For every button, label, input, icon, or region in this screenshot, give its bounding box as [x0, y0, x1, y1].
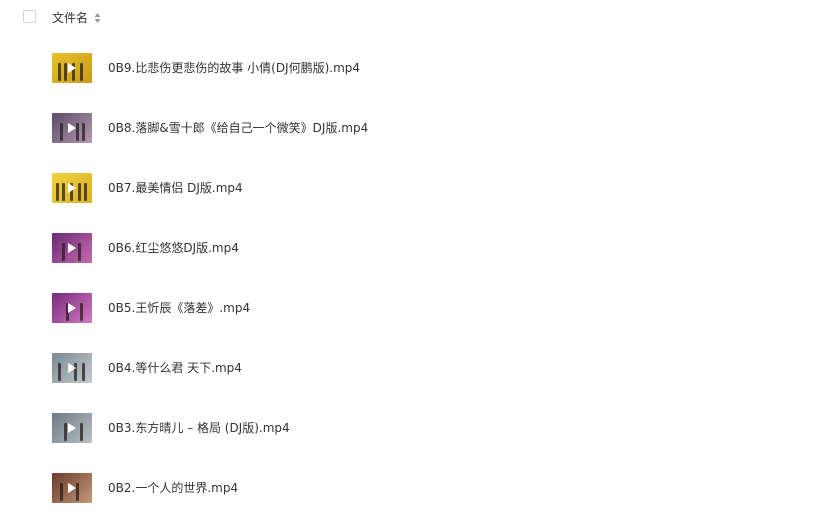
- thumbnail-figure: [78, 183, 81, 201]
- file-row[interactable]: 0B6.红尘悠悠DJ版.mp4: [0, 218, 821, 278]
- file-name-link[interactable]: 0B9.比悲伤更悲伤的故事 小倩(DJ何鹏版).mp4: [108, 60, 360, 76]
- file-row[interactable]: 0B9.比悲伤更悲伤的故事 小倩(DJ何鹏版).mp4: [0, 38, 821, 98]
- thumbnail-figure: [76, 483, 79, 501]
- file-row[interactable]: 0B4.等什么君 天下.mp4: [0, 338, 821, 398]
- thumbnail-figure: [60, 123, 63, 141]
- play-icon: [68, 243, 76, 253]
- video-thumbnail-icon[interactable]: [52, 293, 92, 323]
- thumbnail-figure: [64, 63, 67, 81]
- play-icon: [68, 423, 76, 433]
- play-icon: [68, 123, 76, 133]
- thumbnail-figure: [84, 183, 87, 201]
- file-name-link[interactable]: 0B6.红尘悠悠DJ版.mp4: [108, 240, 239, 256]
- sort-icon[interactable]: [94, 12, 101, 24]
- video-thumbnail-icon[interactable]: [52, 173, 92, 203]
- thumbnail-figure: [62, 183, 65, 201]
- thumbnail-figure: [60, 483, 63, 501]
- play-icon: [68, 63, 76, 73]
- thumbnail-figure: [62, 243, 65, 261]
- thumbnail-figure: [82, 123, 85, 141]
- file-name-link[interactable]: 0B2.一个人的世界.mp4: [108, 480, 238, 496]
- video-thumbnail-icon[interactable]: [52, 53, 92, 83]
- video-thumbnail-icon[interactable]: [52, 353, 92, 383]
- video-thumbnail-icon[interactable]: [52, 233, 92, 263]
- video-thumbnail-icon[interactable]: [52, 413, 92, 443]
- file-row[interactable]: 0B8.落脚&雪十郎《给自己一个微笑》DJ版.mp4: [0, 98, 821, 158]
- thumbnail-figure: [80, 63, 83, 81]
- file-list: 0B9.比悲伤更悲伤的故事 小倩(DJ何鹏版).mp4 0B8.落脚&雪十郎《给自…: [0, 38, 821, 518]
- select-all-checkbox[interactable]: [23, 10, 36, 23]
- file-name-link[interactable]: 0B3.东方晴儿 – 格局 (DJ版).mp4: [108, 420, 290, 436]
- thumbnail-figure: [76, 123, 79, 141]
- thumbnail-figure: [64, 423, 67, 441]
- thumbnail-figure: [80, 423, 83, 441]
- play-icon: [68, 483, 76, 493]
- file-name-link[interactable]: 0B7.最美情侣 DJ版.mp4: [108, 180, 243, 196]
- thumbnail-figure: [82, 363, 85, 381]
- file-name-link[interactable]: 0B5.王忻辰《落差》.mp4: [108, 300, 250, 316]
- file-row[interactable]: 0B5.王忻辰《落差》.mp4: [0, 278, 821, 338]
- play-icon: [68, 183, 76, 193]
- file-name-link[interactable]: 0B4.等什么君 天下.mp4: [108, 360, 242, 376]
- video-thumbnail-icon[interactable]: [52, 473, 92, 503]
- video-thumbnail-icon[interactable]: [52, 113, 92, 143]
- thumbnail-figure: [58, 63, 61, 81]
- column-title-filename[interactable]: 文件名: [52, 10, 88, 26]
- file-row[interactable]: 0B7.最美情侣 DJ版.mp4: [0, 158, 821, 218]
- thumbnail-figure: [56, 183, 59, 201]
- file-row[interactable]: 0B3.东方晴儿 – 格局 (DJ版).mp4: [0, 398, 821, 458]
- thumbnail-figure: [78, 243, 81, 261]
- file-name-link[interactable]: 0B8.落脚&雪十郎《给自己一个微笑》DJ版.mp4: [108, 120, 368, 136]
- play-icon: [68, 303, 76, 313]
- thumbnail-figure: [58, 363, 61, 381]
- thumbnail-figure: [80, 303, 83, 321]
- file-list-header: 文件名: [0, 0, 821, 36]
- play-icon: [68, 363, 76, 373]
- file-row[interactable]: 0B2.一个人的世界.mp4: [0, 458, 821, 518]
